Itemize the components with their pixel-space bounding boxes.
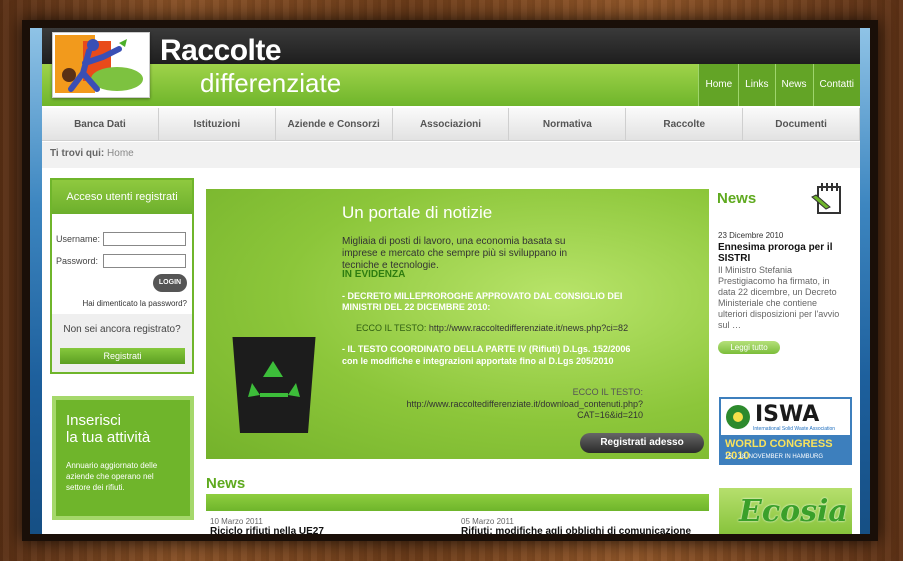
password-label: Password: xyxy=(56,256,99,266)
hero-item-2: - IL TESTO COORDINATO DELLA PARTE IV (Ri… xyxy=(342,344,631,366)
breadcrumb-label: Ti trovi qui: xyxy=(50,148,105,159)
hero-banner: Un portale di notizie Migliaia di posti … xyxy=(206,189,709,459)
hero-item-1-label: ECCO IL TESTO: xyxy=(356,323,427,333)
sidebar-news-date: 23 Dicembre 2010 xyxy=(718,231,784,240)
site-logo[interactable] xyxy=(52,32,150,98)
news-item-date: 05 Marzo 2011 xyxy=(461,517,514,526)
news-item-title[interactable]: Rifiuti: modifiche agli obblighi di comu… xyxy=(461,526,691,534)
iswa-flower-icon xyxy=(726,405,750,429)
topnav-contatti[interactable]: Contatti xyxy=(812,64,860,106)
password-input[interactable] xyxy=(103,254,186,268)
news-item-title[interactable]: Riciclo rifiuti nella UE27 xyxy=(210,526,324,534)
iswa-title: ISWA xyxy=(755,402,820,427)
hero-title: Un portale di notizie xyxy=(342,203,493,222)
nav-banca-dati[interactable]: Banca Dati xyxy=(42,108,159,140)
hero-intro: Migliaia di posti di lavoro, una economi… xyxy=(342,236,568,271)
sea-background: Raccolte differenziate Home Links News C… xyxy=(30,28,870,534)
hero-item-2-label: ECCO IL TESTO: xyxy=(572,387,643,397)
sidebar-news-body: Il Ministro Stefania Prestigiacomo ha fi… xyxy=(718,265,840,330)
hero-item-1: - DECRETO MILLEPROROGHE APPROVATO DAL CO… xyxy=(342,291,623,312)
login-box: Acceso utenti registrati Username: Passw… xyxy=(50,178,194,374)
promo-box[interactable]: Inserisci la tua attività Annuario aggio… xyxy=(52,396,194,520)
ecosia-logo: Ecosia xyxy=(739,494,848,529)
breadcrumb: Ti trovi qui: Home xyxy=(42,142,860,168)
nav-documenti[interactable]: Documenti xyxy=(743,108,860,140)
sidebar-news-title[interactable]: Ennesima proroga per il SISTRI xyxy=(718,242,843,264)
news-item-date: 10 Marzo 2011 xyxy=(210,517,263,526)
topnav-home[interactable]: Home xyxy=(698,64,739,106)
nav-raccolte[interactable]: Raccolte xyxy=(626,108,744,140)
hero-item-1-link[interactable]: http://www.raccoltedifferenziate.it/news… xyxy=(429,323,628,333)
promo-heading-1: Inserisci xyxy=(66,412,122,429)
username-label: Username: xyxy=(56,234,101,244)
read-more-button[interactable]: Leggi tutto xyxy=(718,341,780,354)
nav-aziende-consorzi[interactable]: Aziende e Consorzi xyxy=(276,108,393,140)
username-input[interactable] xyxy=(103,232,186,246)
site-subtitle: differenziate xyxy=(200,68,342,98)
nav-istituzioni[interactable]: Istituzioni xyxy=(159,108,276,140)
hero-item-1-line: ECCO IL TESTO: http://www.raccoltediffer… xyxy=(356,323,628,333)
site-title: Raccolte xyxy=(160,34,282,67)
promo-heading-2: la tua attività xyxy=(66,429,151,446)
news-bar xyxy=(206,494,709,511)
nav-normativa[interactable]: Normativa xyxy=(509,108,627,140)
iswa-banner[interactable]: ISWA International Solid Waste Associati… xyxy=(719,397,852,465)
topnav-news[interactable]: News xyxy=(774,64,813,106)
sidebar-news-heading: News xyxy=(717,190,757,207)
register-button[interactable]: Registrati xyxy=(60,348,185,364)
top-navigation: Home Links News Contatti xyxy=(698,64,860,106)
iswa-dates: 15. - 18. NOVEMBER IN HAMBURG xyxy=(725,454,824,460)
topnav-links[interactable]: Links xyxy=(738,64,775,106)
in-evidenza-label: IN EVIDENZA xyxy=(342,269,406,280)
main-navigation: Banca Dati Istituzioni Aziende e Consorz… xyxy=(42,108,860,141)
hero-item-2-link[interactable]: http://www.raccoltedifferenziate.it/down… xyxy=(373,399,643,421)
register-now-button[interactable]: Registrati adesso xyxy=(580,433,704,453)
login-button[interactable]: LOGIN xyxy=(153,274,187,292)
promo-text: Annuario aggiornato delle aziende che op… xyxy=(66,461,158,492)
website: Raccolte differenziate Home Links News C… xyxy=(42,28,860,534)
recycling-person-icon xyxy=(55,35,143,93)
login-heading: Acceso utenti registrati xyxy=(52,180,192,214)
notepad-pencil-icon xyxy=(811,183,841,214)
nav-associazioni[interactable]: Associazioni xyxy=(393,108,510,140)
breadcrumb-home[interactable]: Home xyxy=(107,148,134,159)
iswa-subtitle: International Solid Waste Association xyxy=(753,426,836,432)
recycle-bin-icon xyxy=(232,337,316,433)
ecosia-banner[interactable]: Ecosia xyxy=(719,488,852,534)
news-heading: News xyxy=(206,475,246,492)
forgot-password-link[interactable]: Hai dimenticato la password? xyxy=(83,299,188,308)
